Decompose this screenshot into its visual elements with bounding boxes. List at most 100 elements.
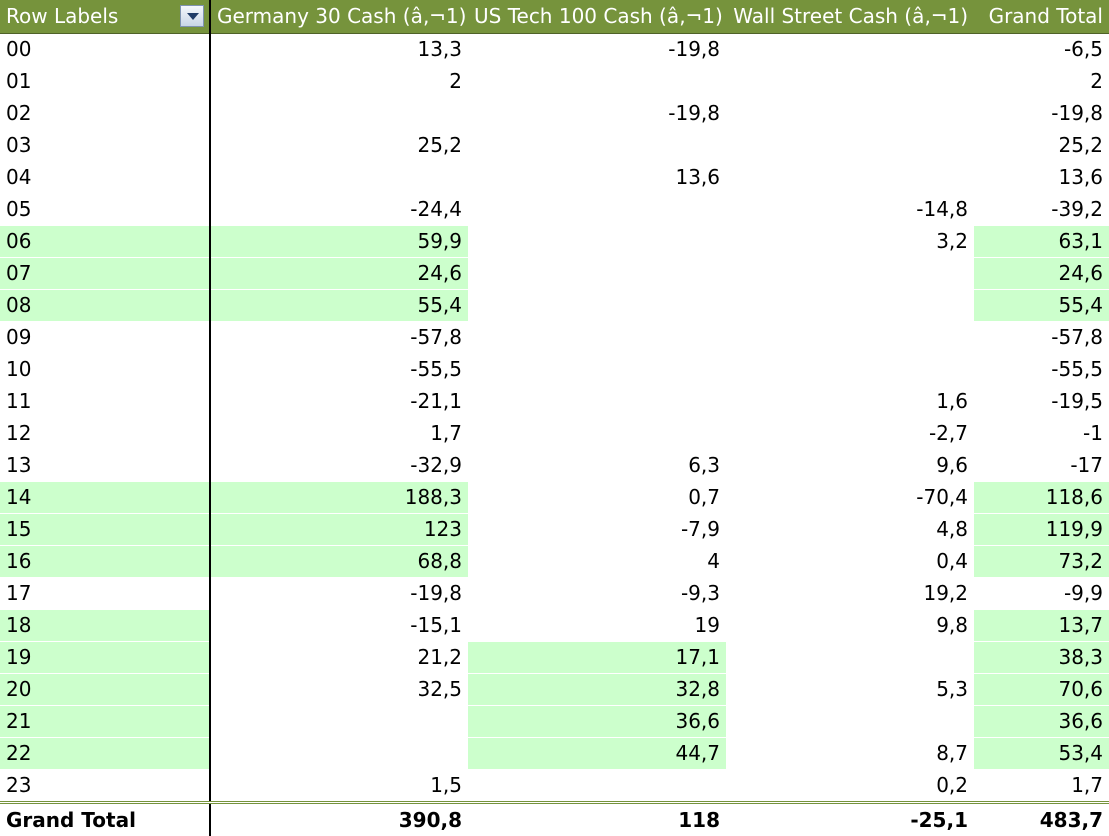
wall-street-cell[interactable]: 0,2: [726, 770, 974, 803]
row-label-cell[interactable]: 03: [0, 130, 210, 162]
germany-30-cell[interactable]: 32,5: [210, 674, 468, 706]
row-label-cell[interactable]: 07: [0, 258, 210, 290]
wall-street-cell[interactable]: 4,8: [726, 514, 974, 546]
us-tech-100-cell[interactable]: [468, 322, 726, 354]
germany-30-cell[interactable]: 25,2: [210, 130, 468, 162]
row-label-cell[interactable]: 15: [0, 514, 210, 546]
us-tech-100-cell[interactable]: 6,3: [468, 450, 726, 482]
grand-total-cell[interactable]: 2: [974, 66, 1109, 98]
grand-total-cell[interactable]: 63,1: [974, 226, 1109, 258]
us-tech-100-cell[interactable]: 44,7: [468, 738, 726, 770]
germany-30-cell[interactable]: -19,8: [210, 578, 468, 610]
row-label-cell[interactable]: 02: [0, 98, 210, 130]
grand-total-cell[interactable]: -19,8: [974, 98, 1109, 130]
row-label-cell[interactable]: 08: [0, 290, 210, 322]
grand-total-cell[interactable]: 73,2: [974, 546, 1109, 578]
wall-street-cell[interactable]: 5,3: [726, 674, 974, 706]
us-tech-100-cell[interactable]: [468, 66, 726, 98]
grand-total-cell[interactable]: 13,6: [974, 162, 1109, 194]
row-label-cell[interactable]: 14: [0, 482, 210, 514]
wall-street-cell[interactable]: [726, 290, 974, 322]
us-tech-100-cell[interactable]: 4: [468, 546, 726, 578]
grand-total-cell[interactable]: -55,5: [974, 354, 1109, 386]
wall-street-cell[interactable]: 19,2: [726, 578, 974, 610]
us-tech-100-cell[interactable]: 36,6: [468, 706, 726, 738]
row-label-cell[interactable]: 16: [0, 546, 210, 578]
germany-30-cell[interactable]: -32,9: [210, 450, 468, 482]
grand-total-cell[interactable]: -9,9: [974, 578, 1109, 610]
germany-30-cell[interactable]: 123: [210, 514, 468, 546]
germany-30-cell[interactable]: 24,6: [210, 258, 468, 290]
row-label-cell[interactable]: 21: [0, 706, 210, 738]
grand-total-header[interactable]: Grand Total: [974, 0, 1109, 34]
grand-total-cell[interactable]: 24,6: [974, 258, 1109, 290]
us-tech-100-cell[interactable]: 0,7: [468, 482, 726, 514]
us-tech-100-header[interactable]: US Tech 100 Cash (â‚¬1): [468, 0, 726, 34]
germany-30-cell[interactable]: [210, 162, 468, 194]
wall-street-header[interactable]: Wall Street Cash (â‚¬1): [726, 0, 974, 34]
germany-30-cell[interactable]: -57,8: [210, 322, 468, 354]
us-tech-100-cell[interactable]: 32,8: [468, 674, 726, 706]
grand-total-cell[interactable]: 13,7: [974, 610, 1109, 642]
grand-total-germany-30[interactable]: 390,8: [210, 803, 468, 836]
row-label-cell[interactable]: 12: [0, 418, 210, 450]
us-tech-100-cell[interactable]: [468, 770, 726, 803]
germany-30-cell[interactable]: [210, 98, 468, 130]
us-tech-100-cell[interactable]: -19,8: [468, 98, 726, 130]
row-label-cell[interactable]: 09: [0, 322, 210, 354]
row-label-cell[interactable]: 18: [0, 610, 210, 642]
filter-dropdown-icon[interactable]: [180, 5, 204, 27]
germany-30-cell[interactable]: -15,1: [210, 610, 468, 642]
grand-total-label[interactable]: Grand Total: [0, 803, 210, 836]
us-tech-100-cell[interactable]: [468, 290, 726, 322]
us-tech-100-cell[interactable]: [468, 194, 726, 226]
wall-street-cell[interactable]: 1,6: [726, 386, 974, 418]
grand-total-cell[interactable]: 38,3: [974, 642, 1109, 674]
wall-street-cell[interactable]: -70,4: [726, 482, 974, 514]
germany-30-cell[interactable]: [210, 706, 468, 738]
grand-total-cell[interactable]: -19,5: [974, 386, 1109, 418]
wall-street-cell[interactable]: [726, 354, 974, 386]
grand-total-overall[interactable]: 483,7: [974, 803, 1109, 836]
row-label-cell[interactable]: 19: [0, 642, 210, 674]
wall-street-cell[interactable]: 3,2: [726, 226, 974, 258]
us-tech-100-cell[interactable]: 17,1: [468, 642, 726, 674]
germany-30-cell[interactable]: 1,5: [210, 770, 468, 803]
wall-street-cell[interactable]: 9,8: [726, 610, 974, 642]
row-label-cell[interactable]: 22: [0, 738, 210, 770]
row-label-cell[interactable]: 00: [0, 34, 210, 66]
germany-30-cell[interactable]: 68,8: [210, 546, 468, 578]
us-tech-100-cell[interactable]: -19,8: [468, 34, 726, 66]
wall-street-cell[interactable]: [726, 322, 974, 354]
row-labels-header[interactable]: Row Labels: [0, 0, 210, 34]
germany-30-cell[interactable]: 59,9: [210, 226, 468, 258]
germany-30-cell[interactable]: 2: [210, 66, 468, 98]
row-label-cell[interactable]: 05: [0, 194, 210, 226]
us-tech-100-cell[interactable]: 19: [468, 610, 726, 642]
grand-total-cell[interactable]: -17: [974, 450, 1109, 482]
us-tech-100-cell[interactable]: [468, 258, 726, 290]
grand-total-cell[interactable]: 70,6: [974, 674, 1109, 706]
wall-street-cell[interactable]: [726, 162, 974, 194]
us-tech-100-cell[interactable]: [468, 386, 726, 418]
us-tech-100-cell[interactable]: [468, 130, 726, 162]
germany-30-cell[interactable]: -55,5: [210, 354, 468, 386]
wall-street-cell[interactable]: [726, 642, 974, 674]
us-tech-100-cell[interactable]: [468, 418, 726, 450]
wall-street-cell[interactable]: [726, 34, 974, 66]
row-label-cell[interactable]: 11: [0, 386, 210, 418]
row-label-cell[interactable]: 13: [0, 450, 210, 482]
germany-30-cell[interactable]: 1,7: [210, 418, 468, 450]
wall-street-cell[interactable]: -14,8: [726, 194, 974, 226]
wall-street-cell[interactable]: [726, 66, 974, 98]
wall-street-cell[interactable]: 9,6: [726, 450, 974, 482]
grand-total-cell[interactable]: 36,6: [974, 706, 1109, 738]
germany-30-cell[interactable]: 13,3: [210, 34, 468, 66]
us-tech-100-cell[interactable]: -9,3: [468, 578, 726, 610]
germany-30-cell[interactable]: 55,4: [210, 290, 468, 322]
wall-street-cell[interactable]: [726, 98, 974, 130]
grand-total-wall-street[interactable]: -25,1: [726, 803, 974, 836]
germany-30-cell[interactable]: 21,2: [210, 642, 468, 674]
wall-street-cell[interactable]: [726, 258, 974, 290]
wall-street-cell[interactable]: [726, 706, 974, 738]
